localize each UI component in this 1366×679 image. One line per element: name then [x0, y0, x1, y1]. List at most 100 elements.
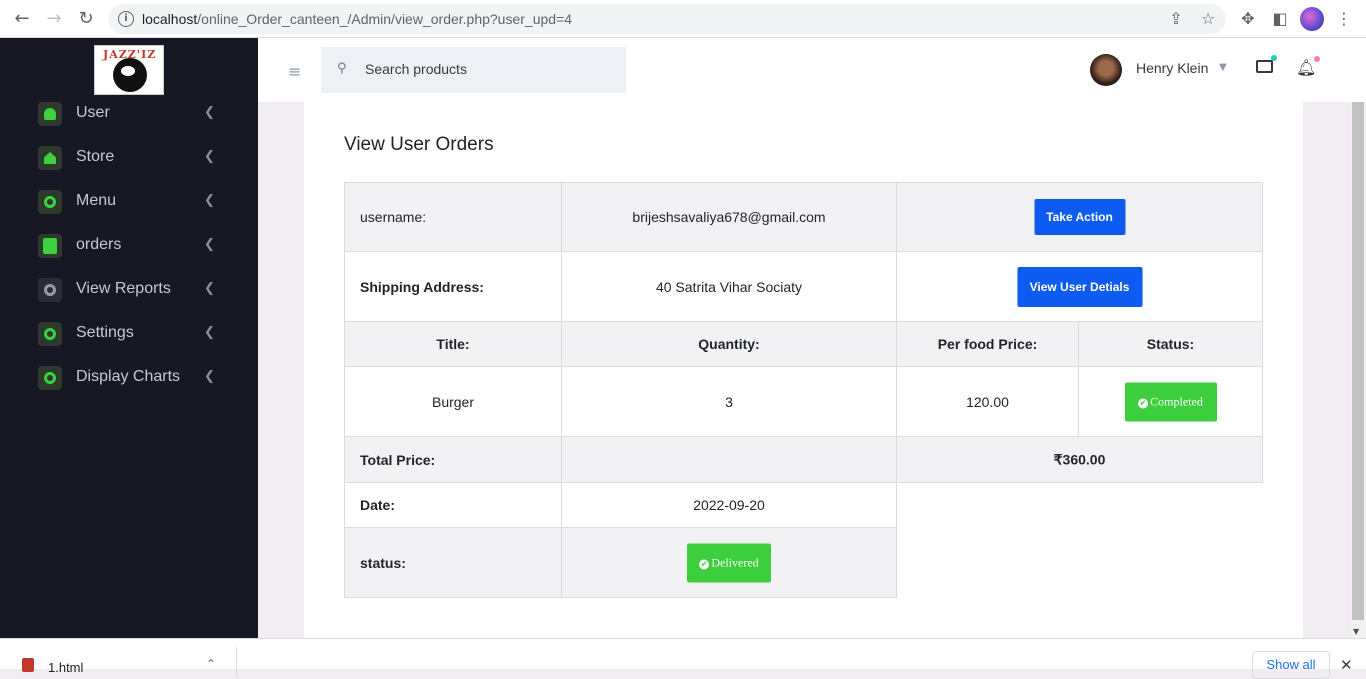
- logo-mark-highlight: [121, 66, 135, 76]
- reload-icon[interactable]: ↻: [76, 9, 96, 29]
- hamburger-icon[interactable]: ≡: [288, 62, 301, 81]
- user-icon: [38, 102, 62, 126]
- gear-icon: [38, 278, 62, 302]
- sidebar-item-label: View Reports: [76, 280, 171, 297]
- username-value: brijeshsavaliya678@gmail.com: [632, 209, 826, 225]
- chevron-left-icon: ❮: [204, 325, 215, 340]
- logo[interactable]: JAZZ'IZ: [94, 45, 164, 95]
- download-file-name[interactable]: 1.html: [48, 660, 83, 675]
- sidebar-item-orders[interactable]: orders ❮: [38, 234, 228, 258]
- forward-icon[interactable]: →: [44, 9, 64, 29]
- scrollbar-thumb[interactable]: [1352, 102, 1364, 620]
- header-title: Title:: [436, 336, 470, 352]
- item-status-text: Completed: [1150, 394, 1203, 408]
- search-icon: ⚲: [337, 61, 347, 76]
- mail-icon[interactable]: [1256, 55, 1277, 73]
- item-price: 120.00: [966, 393, 1009, 410]
- sidebar-item-label: Menu: [76, 192, 117, 209]
- shipping-value-cell: 40 Satrita Vihar Sociaty: [561, 251, 897, 322]
- header-quantity-cell: Quantity:: [561, 321, 897, 367]
- check-circle-icon: ✔: [699, 559, 710, 569]
- bell-icon[interactable]: 🔔︎: [1296, 56, 1321, 77]
- url-path: /online_Order_canteen_/Admin/view_order.…: [197, 11, 573, 27]
- chevron-left-icon: ❮: [204, 237, 215, 252]
- extensions-icon[interactable]: ✥: [1238, 9, 1258, 29]
- status-label-cell: status:: [344, 527, 562, 598]
- date-value: 2022-09-20: [693, 497, 765, 513]
- chevron-left-icon: ❮: [204, 193, 215, 208]
- scrollbar[interactable]: ▼: [1350, 102, 1366, 638]
- header-price: Per food Price:: [937, 336, 1038, 352]
- username-value-cell: brijeshsavaliya678@gmail.com: [561, 182, 897, 252]
- clipboard-icon: [38, 234, 62, 258]
- date-label: Date:: [360, 497, 396, 513]
- sidebar-item-view-reports[interactable]: View Reports ❮: [38, 278, 228, 302]
- scroll-down-icon[interactable]: ▼: [1353, 627, 1359, 636]
- user-name[interactable]: Henry Klein: [1136, 60, 1208, 76]
- star-icon[interactable]: ☆: [1198, 9, 1218, 29]
- close-icon[interactable]: ✕: [1340, 656, 1353, 674]
- status-label: status:: [360, 554, 406, 571]
- show-all-button[interactable]: Show all: [1252, 651, 1330, 679]
- top-navbar: ≡ ⚲ Henry Klein ▼ 🔔︎: [258, 38, 1366, 102]
- shipping-label-cell: Shipping Address:: [344, 251, 562, 322]
- status-value-cell: ✔ Delivered: [561, 527, 897, 598]
- home-icon: [38, 146, 62, 170]
- item-quantity: 3: [725, 393, 733, 410]
- view-user-cell: View User Detials: [896, 251, 1263, 322]
- sidebar-item-label: Settings: [76, 324, 134, 341]
- sidebar-item-label: orders: [76, 236, 122, 253]
- file-icon: [22, 658, 34, 672]
- browser-toolbar: ← → ↻ i localhost/online_Order_canteen_/…: [0, 0, 1366, 38]
- check-circle-icon: ✔: [1138, 398, 1149, 408]
- take-action-button[interactable]: Take Action: [1034, 199, 1125, 235]
- sidebar: JAZZ'IZ User ❮ Store ❮ Menu ❮ orders ❮ V…: [0, 38, 258, 638]
- username-label: username:: [360, 209, 427, 225]
- caret-down-icon[interactable]: ▼: [1219, 62, 1227, 73]
- target-icon: [38, 190, 62, 214]
- sidebar-item-label: Display Charts: [76, 368, 181, 385]
- sidebar-item-display-charts[interactable]: Display Charts ❮: [38, 366, 228, 390]
- delivered-status-badge[interactable]: ✔ Delivered: [687, 543, 771, 582]
- item-price-cell: 120.00: [896, 366, 1079, 437]
- divider: [236, 647, 237, 677]
- chevron-left-icon: ❮: [204, 369, 215, 384]
- username-label-cell: username:: [344, 182, 562, 252]
- sidebar-item-menu[interactable]: Menu ❮: [38, 190, 228, 214]
- side-panel-icon[interactable]: ◧: [1270, 9, 1290, 29]
- total-value-cell: ₹360.00: [896, 436, 1263, 483]
- total-label-cell: Total Price:: [344, 436, 562, 483]
- chevron-left-icon: ❮: [204, 149, 215, 164]
- item-title: Burger: [431, 393, 475, 410]
- item-quantity-cell: 3: [561, 366, 897, 437]
- url-text: localhost/online_Order_canteen_/Admin/vi…: [142, 11, 572, 27]
- view-user-details-button[interactable]: View User Detials: [1017, 266, 1142, 307]
- take-action-cell: Take Action: [896, 182, 1263, 252]
- sidebar-item-label: User: [76, 104, 110, 121]
- chevron-left-icon: ❮: [204, 105, 215, 120]
- info-icon[interactable]: i: [118, 11, 134, 27]
- sidebar-item-user[interactable]: User ❮: [38, 102, 228, 126]
- chevron-left-icon: ❮: [204, 281, 215, 296]
- more-menu-icon[interactable]: ⋮: [1334, 9, 1354, 29]
- avatar[interactable]: [1090, 54, 1122, 86]
- sidebar-item-store[interactable]: Store ❮: [38, 146, 228, 170]
- header-price-cell: Per food Price:: [896, 321, 1079, 367]
- item-status-badge[interactable]: ✔ Completed: [1124, 382, 1217, 421]
- date-value-cell: 2022-09-20: [561, 482, 897, 528]
- header-quantity: Quantity:: [698, 336, 760, 352]
- url-host: localhost: [142, 11, 198, 27]
- gear-icon: [38, 322, 62, 346]
- item-status-cell: ✔ Completed: [1078, 366, 1263, 437]
- total-empty-cell: [561, 436, 897, 483]
- share-icon[interactable]: ⇪: [1166, 9, 1186, 29]
- back-icon[interactable]: ←: [12, 9, 32, 29]
- address-bar[interactable]: i localhost/online_Order_canteen_/Admin/…: [108, 4, 1226, 34]
- page-title: View User Orders: [344, 134, 494, 155]
- search-input[interactable]: [365, 61, 605, 77]
- sidebar-item-label: Store: [76, 148, 115, 165]
- profile-avatar[interactable]: [1300, 7, 1324, 31]
- header-title-cell: Title:: [344, 321, 562, 367]
- header-status: Status:: [1146, 336, 1195, 352]
- sidebar-item-settings[interactable]: Settings ❮: [38, 322, 228, 346]
